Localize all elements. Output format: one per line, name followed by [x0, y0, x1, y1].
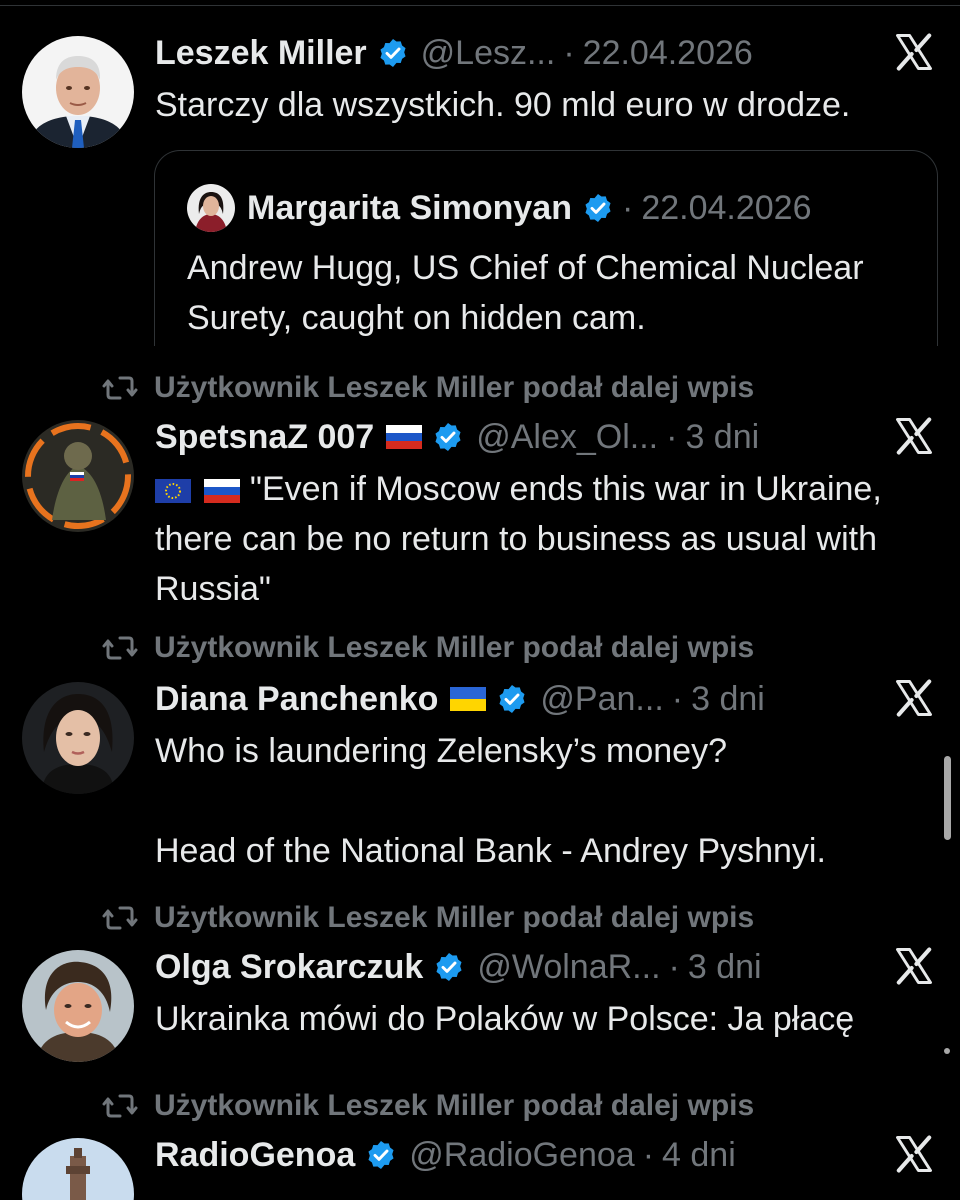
post-radiogenoa[interactable]: Użytkownik Leszek Miller podał dalej wpi… [0, 1080, 960, 1200]
post-date[interactable]: 3 dni [691, 674, 765, 724]
post-date[interactable]: 22.04.2026 [583, 28, 753, 78]
russia-flag-icon [386, 425, 423, 449]
repost-indicator: Użytkownik Leszek Miller podał dalej wpi… [102, 1084, 754, 1128]
author-handle[interactable]: @WolnaR... [477, 942, 660, 992]
portrait-woman-icon [187, 184, 235, 232]
post-text-container: "Even if Moscow ends this war in Ukraine… [155, 464, 945, 600]
verified-badge-icon [436, 953, 462, 981]
verified-badge-icon [380, 39, 406, 67]
post-text: "Even if Moscow ends this war in Ukraine… [155, 470, 882, 600]
post-spetsnaz[interactable]: Użytkownik Leszek Miller podał dalej wpi… [0, 346, 960, 606]
post-leszek-miller[interactable]: Leszek Miller @Lesz... · 22.04.2026 Star… [0, 0, 960, 346]
repost-indicator: Użytkownik Leszek Miller podał dalej wpi… [102, 626, 754, 670]
post-date[interactable]: 3 dni [685, 412, 759, 462]
post-text-line: Head of the National Bank - Andrey Pyshn… [155, 832, 826, 870]
avatar[interactable] [22, 950, 134, 1062]
x-logo-icon[interactable] [892, 30, 936, 74]
repost-label: Użytkownik Leszek Miller podał dalej wpi… [154, 1089, 755, 1122]
repost-icon [102, 376, 138, 400]
eu-flag-icon [155, 479, 191, 503]
portrait-woman-dark-hair-icon [22, 682, 134, 794]
x-logo-icon[interactable] [892, 414, 936, 458]
avatar[interactable] [22, 682, 134, 794]
repost-indicator: Użytkownik Leszek Miller podał dalej wpi… [102, 896, 754, 940]
repost-icon [102, 636, 138, 660]
scroll-indicator-dot [944, 1048, 950, 1054]
post-text-line: Who is laundering Zelensky’s money? [155, 732, 727, 770]
repost-icon [102, 906, 138, 930]
post-olga-srokarczuk[interactable]: Użytkownik Leszek Miller podał dalej wpi… [0, 896, 960, 1080]
repost-label: Użytkownik Leszek Miller podał dalej wpi… [154, 901, 755, 934]
verified-badge-icon [585, 194, 611, 222]
quoted-text: Andrew Hugg, US Chief of Chemical Nuclea… [187, 249, 864, 337]
author-name[interactable]: Olga Srokarczuk [155, 942, 423, 992]
repost-indicator: Użytkownik Leszek Miller podał dalej wpi… [102, 366, 754, 410]
separator-dot: · [666, 418, 678, 456]
repost-label: Użytkownik Leszek Miller podał dalej wpi… [154, 371, 755, 404]
author-name[interactable]: SpetsnaZ 007 [155, 412, 374, 462]
avatar[interactable] [22, 1138, 134, 1200]
separator-dot: · [621, 188, 634, 227]
russia-flag-icon [204, 479, 241, 503]
lighthouse-avatar-icon [22, 1138, 134, 1200]
post-date[interactable]: 3 dni [688, 942, 762, 992]
repost-label: Użytkownik Leszek Miller podał dalej wpi… [154, 631, 755, 664]
repost-icon [102, 1094, 138, 1118]
quoted-date[interactable]: 22.04.2026 [641, 189, 811, 228]
author-name[interactable]: Diana Panchenko [155, 674, 438, 724]
author-name[interactable]: RadioGenoa [155, 1130, 355, 1180]
verified-badge-icon [499, 685, 525, 713]
post-text: Starczy dla wszystkich. 90 mld euro w dr… [155, 86, 851, 124]
x-logo-icon[interactable] [892, 676, 936, 720]
author-handle[interactable]: @Alex_Ol... [476, 412, 658, 462]
verified-badge-icon [435, 423, 461, 451]
author-handle[interactable]: @RadioGenoa [409, 1130, 634, 1180]
avatar[interactable] [22, 36, 134, 148]
ukraine-flag-icon [450, 687, 487, 711]
quoted-author-name[interactable]: Margarita Simonyan [247, 189, 572, 228]
author-handle[interactable]: @Pan... [540, 674, 663, 724]
soldier-avatar-icon [22, 420, 134, 532]
post-text: Ukrainka mówi do Polaków w Polsce: Ja pł… [155, 1000, 855, 1038]
separator-dot: · [668, 948, 680, 986]
separator-dot: · [671, 680, 684, 718]
separator-dot: · [563, 34, 575, 72]
avatar[interactable] [22, 420, 134, 532]
verified-badge-icon [368, 1141, 394, 1169]
separator-dot: · [642, 1136, 655, 1174]
portrait-woman-short-hair-icon [22, 950, 134, 1062]
x-logo-icon[interactable] [892, 944, 936, 988]
post-date[interactable]: 4 dni [662, 1130, 736, 1180]
scrollbar-thumb[interactable] [944, 756, 951, 840]
quoted-avatar[interactable] [187, 184, 235, 232]
portrait-man-gray-hair-icon [22, 36, 134, 148]
quoted-post[interactable]: Margarita Simonyan · 22.04.2026 Andrew H… [154, 150, 938, 346]
post-diana-panchenko[interactable]: Użytkownik Leszek Miller podał dalej wpi… [0, 606, 960, 896]
x-logo-icon[interactable] [892, 1132, 936, 1176]
author-name[interactable]: Leszek Miller [155, 28, 367, 78]
author-handle[interactable]: @Lesz... [421, 28, 556, 78]
